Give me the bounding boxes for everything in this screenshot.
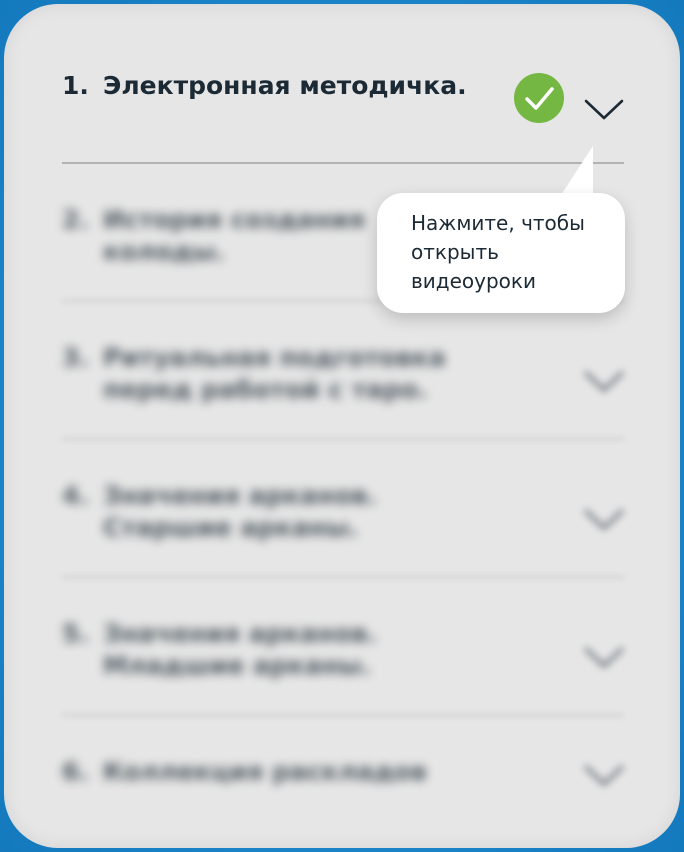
divider [62,162,624,164]
chevron-down-icon[interactable] [584,508,624,532]
lesson-item-6[interactable]: 6. Коллекция раскладов [62,756,624,796]
lesson-number: 6. [62,757,89,786]
lesson-item-5[interactable]: 5. Значения арканов. Младшие арканы. [62,618,624,688]
lesson-number: 3. [62,343,89,372]
chevron-down-icon[interactable] [584,370,624,394]
divider [62,714,624,716]
lesson-title: Электронная методичка. [103,71,467,100]
chevron-down-icon[interactable] [584,764,624,788]
tooltip-text: Нажмите, чтобы открыть видеоуроки [411,211,585,293]
app-frame: 1. Электронная методичка. 2. История соз… [0,0,684,852]
lesson-title: Значения арканов. Старшие арканы. [103,481,377,542]
lesson-title: Ритуальная подготовка перед работой с та… [103,343,446,404]
lesson-number: 5. [62,619,89,648]
tooltip-bubble: Нажмите, чтобы открыть видеоуроки [377,193,625,313]
chevron-down-icon[interactable] [584,646,624,670]
lesson-item-4[interactable]: 4. Значения арканов. Старшие арканы. [62,480,624,550]
lesson-title: Значения арканов. Младшие арканы. [103,619,377,680]
chevron-down-icon[interactable] [584,98,624,122]
check-circle-icon [514,73,564,123]
lesson-list-card: 1. Электронная методичка. 2. История соз… [4,4,680,848]
divider [62,438,624,440]
lesson-number: 1. [62,71,89,100]
lesson-title: Коллекция раскладов [103,757,427,786]
lesson-number: 2. [62,205,89,234]
lesson-number: 4. [62,481,89,510]
divider [62,576,624,578]
lesson-item-3[interactable]: 3. Ритуальная подготовка перед работой с… [62,342,624,412]
